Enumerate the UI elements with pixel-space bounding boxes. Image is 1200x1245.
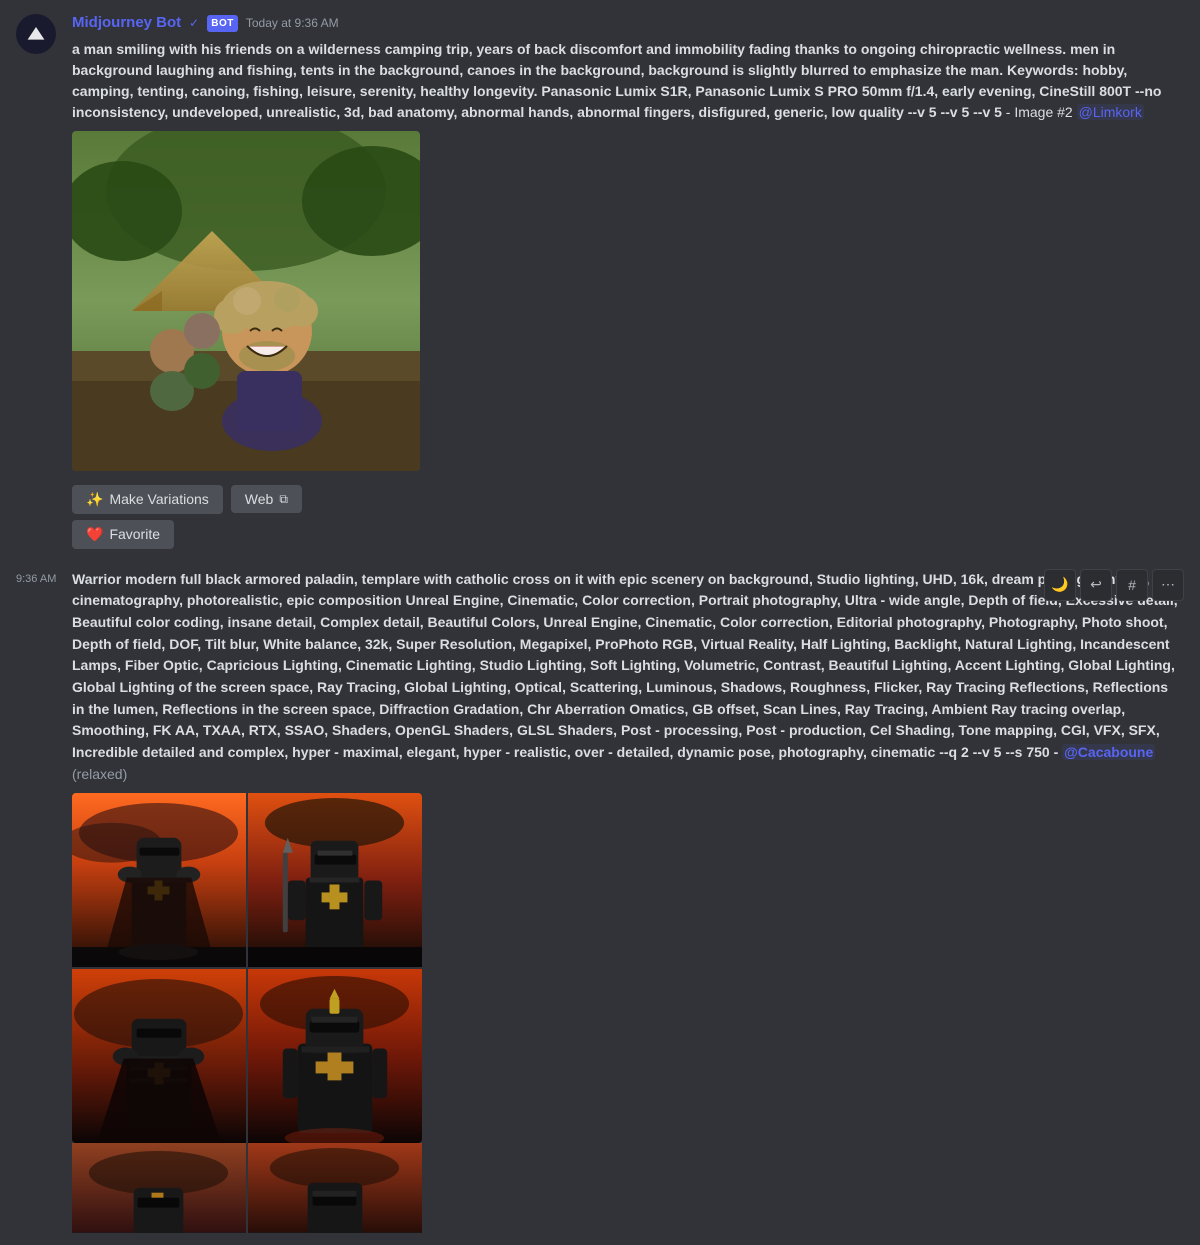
- more-button[interactable]: ⋯: [1152, 569, 1184, 601]
- bot-username[interactable]: Midjourney Bot: [72, 12, 181, 35]
- more-icon: ⋯: [1161, 576, 1175, 593]
- reply-button[interactable]: ↩: [1080, 569, 1112, 601]
- generated-image-container: [72, 131, 420, 471]
- camping-image: [72, 131, 420, 471]
- hash-icon: #: [1128, 577, 1136, 593]
- partial-image-2: [248, 1143, 422, 1233]
- message-body: a man smiling with his friends on a wild…: [72, 39, 1184, 123]
- moon-icon: 🌙: [1051, 576, 1068, 593]
- favorite-button[interactable]: ❤️ Favorite: [72, 520, 174, 549]
- paladin-image-2: [248, 793, 422, 967]
- heart-icon: ❤️: [86, 526, 103, 543]
- relaxed-tag: (relaxed): [72, 766, 127, 782]
- prompt-2-text: Warrior modern full black armored paladi…: [72, 569, 1184, 786]
- message-2-timestamp: 9:36 AM: [16, 571, 56, 588]
- verified-icon: ✓: [189, 14, 199, 32]
- sparkles-icon: ✨: [86, 491, 103, 508]
- favorite-row: ❤️ Favorite: [72, 520, 1184, 549]
- message-actions: 🌙 ↩ # ⋯: [1044, 569, 1184, 601]
- reply-icon: ↩: [1090, 576, 1102, 593]
- bot-badge: BOT: [207, 15, 238, 32]
- user-mention[interactable]: @Limkork: [1077, 104, 1144, 120]
- partial-images-row: [72, 1143, 422, 1233]
- message-header: Midjourney Bot ✓ BOT Today at 9:36 AM: [72, 12, 1184, 35]
- react-button[interactable]: 🌙: [1044, 569, 1076, 601]
- paladin-image-1: [72, 793, 246, 967]
- web-label: Web: [245, 491, 274, 507]
- user-mention-2[interactable]: @Cacaboune: [1062, 744, 1155, 760]
- message-timestamp: Today at 9:36 AM: [246, 14, 339, 32]
- bot-avatar: [16, 14, 56, 54]
- paladin-image-4: [248, 969, 422, 1143]
- paladin-image-3: [72, 969, 246, 1143]
- message-2: 9:36 AM 🌙 ↩ # ⋯ Warrior modern full blac…: [0, 561, 1200, 1245]
- action-buttons-row: ✨ Make Variations Web ⧉: [72, 485, 1184, 514]
- external-link-icon: ⧉: [279, 492, 288, 507]
- make-variations-button[interactable]: ✨ Make Variations: [72, 485, 223, 514]
- web-button[interactable]: Web ⧉: [231, 485, 302, 513]
- partial-image-1: [72, 1143, 246, 1233]
- message-1: Midjourney Bot ✓ BOT Today at 9:36 AM a …: [0, 0, 1200, 561]
- prompt-text: a man smiling with his friends on a wild…: [72, 41, 1161, 120]
- favorite-label: Favorite: [109, 526, 160, 542]
- make-variations-label: Make Variations: [109, 491, 208, 507]
- image-number: - Image #2: [1006, 104, 1077, 120]
- paladin-image-grid: [72, 793, 422, 1143]
- thread-button[interactable]: #: [1116, 569, 1148, 601]
